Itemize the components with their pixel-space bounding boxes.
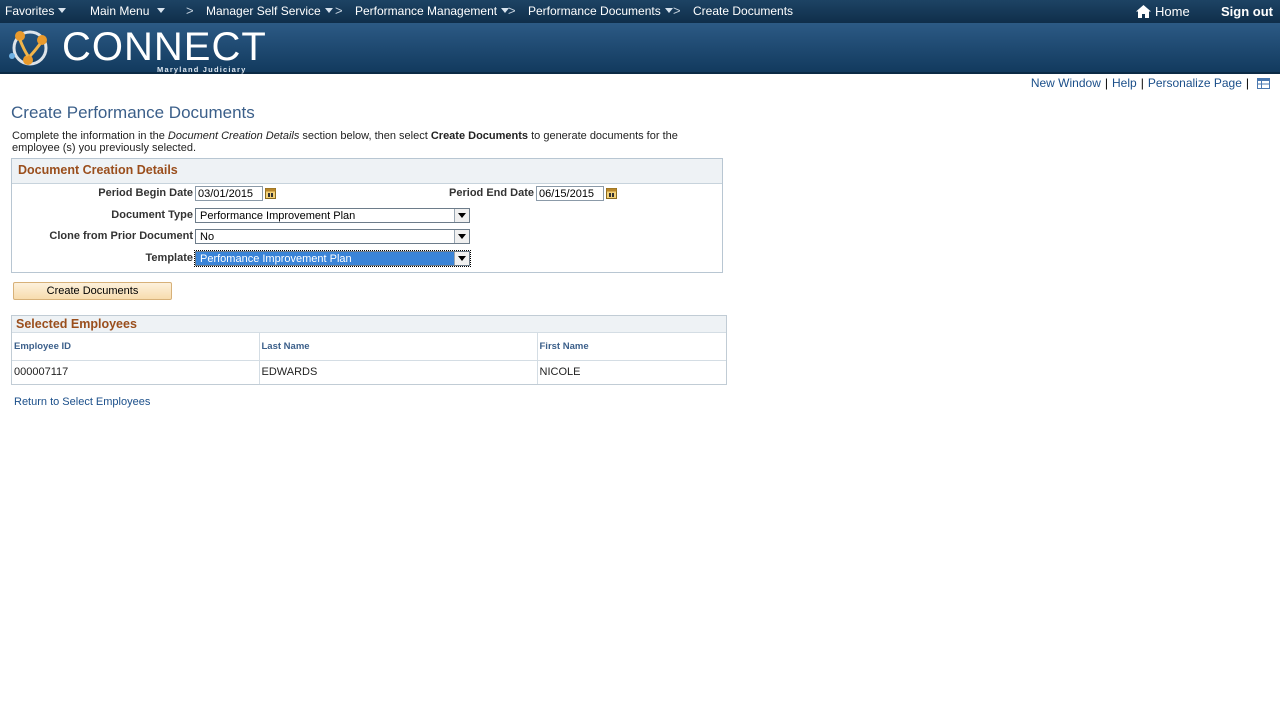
document-creation-details-panel: Document Creation Details Period Begin D… bbox=[11, 158, 723, 273]
create-documents-button[interactable]: Create Documents bbox=[13, 282, 172, 300]
table-header-row: Employee ID Last Name First Name bbox=[12, 333, 726, 361]
instructions-part: Complete the information in the bbox=[12, 130, 168, 142]
table-row: 000007117 EDWARDS NICOLE bbox=[12, 360, 726, 384]
document-type-value: Performance Improvement Plan bbox=[200, 210, 356, 222]
instructions-section-name: Document Creation Details bbox=[167, 130, 300, 142]
personalize-page-link[interactable]: Personalize Page bbox=[1148, 76, 1242, 90]
calendar-icon[interactable] bbox=[606, 187, 617, 199]
employee-id-cell: 000007117 bbox=[12, 360, 260, 384]
instructions-part: section below, then select bbox=[299, 130, 431, 142]
logo-subtitle: Maryland Judiciary bbox=[157, 65, 247, 74]
home-label: Home bbox=[1155, 4, 1190, 19]
page-layout-icon[interactable] bbox=[1257, 78, 1270, 89]
chevron-down-icon bbox=[664, 8, 673, 13]
template-label: Template bbox=[145, 252, 193, 264]
breadcrumb-separator: > bbox=[335, 3, 343, 18]
nav-manager-self-service[interactable]: Manager Self Service bbox=[206, 4, 333, 18]
help-link[interactable]: Help bbox=[1112, 76, 1137, 90]
document-type-label: Document Type bbox=[111, 209, 193, 221]
chevron-down-icon[interactable] bbox=[454, 252, 469, 265]
sign-out-link[interactable]: Sign out bbox=[1221, 4, 1273, 19]
top-navigation-bar: Favorites Main Menu > Manager Self Servi… bbox=[0, 0, 1280, 23]
breadcrumb-separator: > bbox=[186, 3, 194, 18]
connect-logo-icon bbox=[9, 30, 48, 66]
template-select[interactable]: Perfomance Improvement Plan bbox=[194, 250, 471, 267]
instructions-button-name: Create Documents bbox=[430, 130, 529, 142]
document-creation-details-header: Document Creation Details bbox=[12, 159, 722, 184]
selected-employees-grid: Selected Employees Employee ID Last Name… bbox=[11, 315, 727, 385]
chevron-down-icon[interactable] bbox=[454, 230, 469, 243]
page-links: New Window | Help | Personalize Page | bbox=[1031, 76, 1270, 90]
return-to-select-employees-link[interactable]: Return to Select Employees bbox=[14, 396, 150, 408]
nav-create-documents[interactable]: Create Documents bbox=[693, 4, 793, 18]
new-window-link[interactable]: New Window bbox=[1031, 76, 1101, 90]
template-value: Perfomance Improvement Plan bbox=[200, 253, 352, 265]
nav-performance-management-label: Performance Management bbox=[355, 4, 498, 18]
home-icon bbox=[1136, 5, 1151, 18]
period-end-date-input[interactable]: 06/15/2015 bbox=[536, 186, 604, 201]
period-begin-date-input[interactable]: 03/01/2015 bbox=[195, 186, 263, 201]
nav-main-menu-label: Main Menu bbox=[90, 4, 150, 18]
selected-employees-header: Selected Employees bbox=[12, 316, 726, 333]
chevron-down-icon bbox=[324, 8, 333, 13]
clone-from-prior-label: Clone from Prior Document bbox=[49, 230, 193, 242]
instructions-text: Complete the information in the Document… bbox=[12, 130, 722, 154]
nav-main-menu[interactable]: Main Menu bbox=[90, 4, 166, 18]
nav-manager-self-service-label: Manager Self Service bbox=[206, 4, 321, 18]
link-divider: | bbox=[1140, 76, 1144, 90]
calendar-icon[interactable] bbox=[265, 187, 276, 199]
first-name-cell: NICOLE bbox=[539, 366, 581, 379]
nav-performance-documents[interactable]: Performance Documents bbox=[528, 4, 673, 18]
chevron-down-icon bbox=[58, 8, 67, 13]
header-banner: CONNECT Maryland Judiciary bbox=[0, 23, 1280, 74]
column-header-first-name[interactable]: First Name bbox=[537, 333, 726, 361]
nav-performance-documents-label: Performance Documents bbox=[528, 4, 661, 18]
link-divider: | bbox=[1245, 76, 1249, 90]
breadcrumb-separator: > bbox=[508, 3, 516, 18]
chevron-down-icon bbox=[157, 8, 166, 13]
period-end-date-label: Period End Date bbox=[449, 187, 534, 199]
nav-favorites[interactable]: Favorites bbox=[5, 4, 67, 18]
employees-table: Employee ID Last Name First Name 0000071… bbox=[12, 333, 726, 384]
document-type-select[interactable]: Performance Improvement Plan bbox=[195, 208, 470, 223]
clone-from-prior-value: No bbox=[200, 231, 215, 243]
period-begin-date-label: Period Begin Date bbox=[98, 187, 193, 199]
nav-performance-management[interactable]: Performance Management bbox=[355, 4, 510, 18]
page-title: Create Performance Documents bbox=[11, 103, 255, 122]
home-link[interactable]: Home bbox=[1136, 4, 1190, 19]
nav-favorites-label: Favorites bbox=[5, 4, 55, 18]
column-header-last-name[interactable]: Last Name bbox=[259, 333, 538, 361]
column-header-employee-id[interactable]: Employee ID bbox=[12, 333, 260, 361]
logo-wordmark: CONNECT bbox=[62, 25, 267, 69]
link-divider: | bbox=[1104, 76, 1108, 90]
chevron-down-icon[interactable] bbox=[454, 209, 469, 222]
last-name-cell: EDWARDS bbox=[259, 360, 538, 384]
clone-from-prior-select[interactable]: No bbox=[195, 229, 470, 244]
breadcrumb-separator: > bbox=[673, 3, 681, 18]
